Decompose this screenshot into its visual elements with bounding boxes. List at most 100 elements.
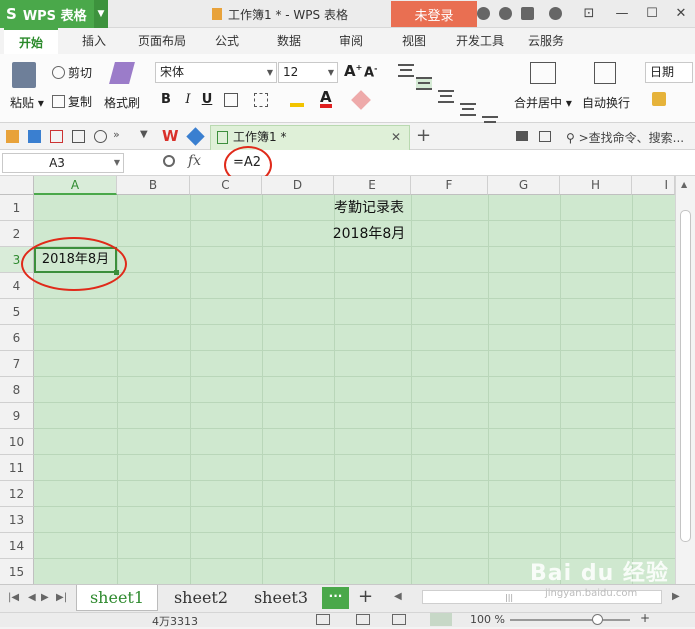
chevron-down-icon[interactable]: ▼ xyxy=(94,0,108,28)
tab-data[interactable]: 数据 xyxy=(267,28,311,54)
more-sheets-button[interactable]: ··· xyxy=(322,587,349,609)
scrollbar-thumb[interactable] xyxy=(680,210,691,542)
format-painter-button[interactable]: 格式刷 xyxy=(104,94,140,111)
tab-review[interactable]: 审阅 xyxy=(329,28,373,54)
column-header-a[interactable]: A xyxy=(34,176,117,195)
new-tab-icon[interactable]: + xyxy=(416,125,431,146)
row-header-13[interactable]: 13 xyxy=(0,507,34,533)
scroll-up-icon[interactable]: ▲ xyxy=(681,180,687,189)
align-top-icon[interactable] xyxy=(398,64,414,77)
restore-ribbon-button[interactable]: ⊡ xyxy=(578,4,600,24)
wrap-text-icon[interactable] xyxy=(594,62,616,84)
sheet-tab-sheet1[interactable]: sheet1 xyxy=(76,585,158,611)
indent-icon[interactable] xyxy=(460,103,476,116)
settings-icon[interactable] xyxy=(499,7,512,20)
customize-toolbar-icon[interactable]: ▼ xyxy=(140,129,148,140)
comment-icon[interactable] xyxy=(539,131,551,142)
minimize-button[interactable]: — xyxy=(611,4,633,24)
insert-function-button[interactable]: fx xyxy=(188,153,201,169)
wps-home-icon[interactable]: W xyxy=(162,127,179,145)
row-header-9[interactable]: 9 xyxy=(0,403,34,429)
sheet-nav-prev-icon[interactable]: ◀ xyxy=(28,592,36,603)
eye-protect-icon[interactable] xyxy=(430,613,452,626)
cell-fill-pattern-icon[interactable] xyxy=(254,93,268,107)
search-commands[interactable]: ⚲ >查找命令、搜索... xyxy=(566,129,684,146)
tab-start[interactable]: 开始 xyxy=(4,28,58,54)
row-header-5[interactable]: 5 xyxy=(0,299,34,325)
add-sheet-button[interactable]: + xyxy=(358,586,373,607)
column-header-e[interactable]: E xyxy=(334,176,411,195)
zoom-in-button[interactable]: + xyxy=(640,611,650,625)
tab-insert[interactable]: 插入 xyxy=(70,28,118,54)
column-header-h[interactable]: H xyxy=(560,176,632,195)
row-header-11[interactable]: 11 xyxy=(0,455,34,481)
close-button[interactable]: ✕ xyxy=(670,4,692,24)
vertical-scrollbar[interactable]: ▲ xyxy=(675,176,695,584)
share-icon[interactable] xyxy=(521,7,534,20)
hscroll-left-icon[interactable]: ◀ xyxy=(394,591,402,602)
font-color-button[interactable]: A xyxy=(320,90,332,108)
page-layout-view-icon[interactable] xyxy=(392,614,406,625)
cell-row1-merged[interactable]: 考勤记录表 xyxy=(34,197,695,217)
print-icon[interactable] xyxy=(72,130,85,143)
underline-button[interactable]: U xyxy=(199,92,215,108)
grow-font-button[interactable]: A+ xyxy=(344,62,362,80)
row-header-2[interactable]: 2 xyxy=(0,221,34,247)
page-break-view-icon[interactable] xyxy=(356,614,370,625)
sheet-nav-last-icon[interactable]: ▶| xyxy=(56,592,67,603)
number-format-select[interactable]: 日期 xyxy=(645,62,693,83)
italic-button[interactable]: I xyxy=(180,92,196,108)
paste-button[interactable]: 粘贴 ▾ xyxy=(10,94,44,111)
column-header-d[interactable]: D xyxy=(262,176,334,195)
app-menu-button[interactable]: S WPS 表格 ▼ xyxy=(0,0,108,28)
paste-icon[interactable] xyxy=(12,62,36,88)
column-header-i[interactable]: I xyxy=(632,176,675,195)
video-icon[interactable] xyxy=(516,131,528,141)
fill-color-icon[interactable] xyxy=(290,92,304,107)
shrink-font-button[interactable]: A- xyxy=(364,64,377,80)
row-header-12[interactable]: 12 xyxy=(0,481,34,507)
maximize-button[interactable]: ☐ xyxy=(641,4,663,24)
select-all-corner[interactable] xyxy=(0,176,34,195)
close-tab-icon[interactable]: ✕ xyxy=(391,126,401,149)
save-icon[interactable] xyxy=(28,130,41,143)
row-header-8[interactable]: 8 xyxy=(0,377,34,403)
column-header-b[interactable]: B xyxy=(117,176,190,195)
align-bottom-icon[interactable] xyxy=(438,90,454,103)
align-middle-icon[interactable] xyxy=(416,77,432,90)
zoom-slider-knob[interactable] xyxy=(592,614,603,625)
hscroll-right-icon[interactable]: ▶ xyxy=(672,591,680,602)
skin-icon[interactable] xyxy=(477,7,490,20)
merge-center-button[interactable]: 合并居中 ▾ xyxy=(514,94,572,111)
tab-page-layout[interactable]: 页面布局 xyxy=(132,28,192,54)
zoom-search-icon[interactable] xyxy=(163,155,175,167)
column-header-f[interactable]: F xyxy=(411,176,488,195)
currency-format-icon[interactable] xyxy=(652,92,666,106)
row-header-14[interactable]: 14 xyxy=(0,533,34,559)
tab-cloud[interactable]: 云服务 xyxy=(522,28,570,54)
cut-button[interactable]: 剪切 xyxy=(52,64,92,81)
formula-input[interactable]: =A2 xyxy=(224,153,684,173)
sheet-tab-sheet3[interactable]: sheet3 xyxy=(242,585,320,611)
sheet-tab-sheet2[interactable]: sheet2 xyxy=(162,585,240,611)
row-header-6[interactable]: 6 xyxy=(0,325,34,351)
font-size-select[interactable]: 12 ▼ xyxy=(278,62,338,83)
tab-formulas[interactable]: 公式 xyxy=(205,28,249,54)
wrap-text-button[interactable]: 自动换行 xyxy=(582,94,630,111)
login-button[interactable]: 未登录 xyxy=(391,1,477,27)
open-folder-icon[interactable] xyxy=(6,130,19,143)
export-pdf-icon[interactable] xyxy=(50,130,63,143)
sheet-nav-next-icon[interactable]: ▶ xyxy=(41,592,49,603)
name-box[interactable]: A3 ▼ xyxy=(2,153,124,173)
normal-view-icon[interactable] xyxy=(316,614,330,625)
more-tools-icon[interactable]: » xyxy=(113,128,120,141)
column-header-g[interactable]: G xyxy=(488,176,560,195)
tab-view[interactable]: 视图 xyxy=(392,28,436,54)
merge-center-icon[interactable] xyxy=(530,62,556,84)
cell-row2-merged[interactable]: 2018年8月 xyxy=(34,223,695,243)
zoom-slider[interactable] xyxy=(510,619,630,621)
row-header-10[interactable]: 10 xyxy=(0,429,34,455)
row-header-1[interactable]: 1 xyxy=(0,195,34,221)
help-icon[interactable] xyxy=(549,7,562,20)
row-header-7[interactable]: 7 xyxy=(0,351,34,377)
